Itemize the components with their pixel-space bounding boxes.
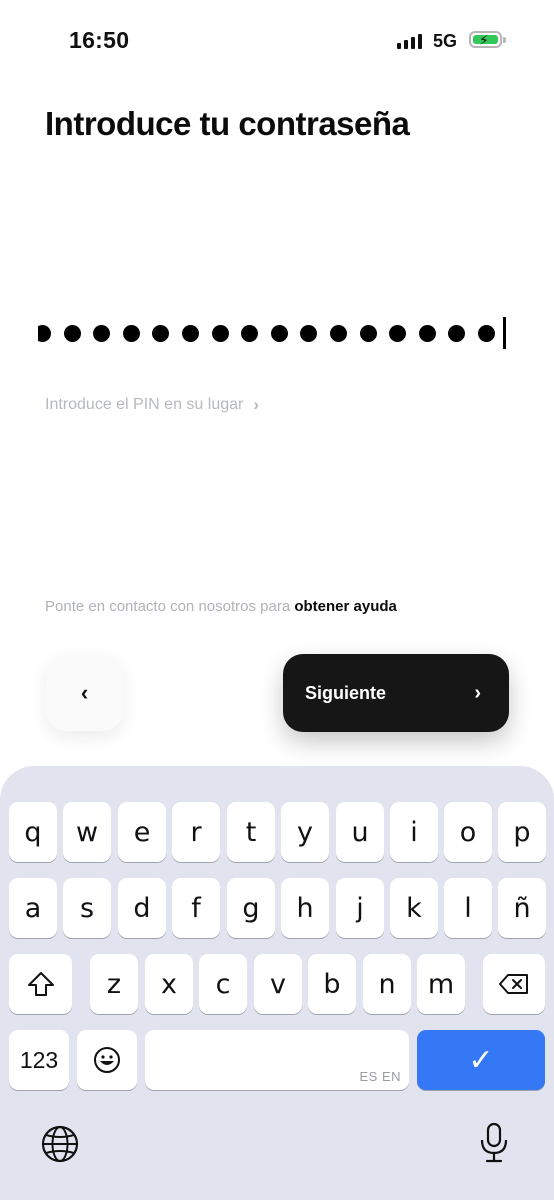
key-y[interactable]: y <box>281 802 329 862</box>
key-d[interactable]: d <box>118 878 166 938</box>
space-key[interactable]: ES EN <box>145 1030 409 1090</box>
next-button[interactable]: Siguiente › <box>283 654 509 732</box>
chevron-right-icon: › <box>474 681 481 704</box>
key-w[interactable]: w <box>63 802 111 862</box>
password-dot <box>38 324 51 342</box>
password-dot <box>93 324 111 342</box>
key-q[interactable]: q <box>9 802 57 862</box>
emoji-key[interactable] <box>77 1030 137 1090</box>
get-help-link[interactable]: obtener ayuda <box>294 598 397 615</box>
key-v[interactable]: v <box>254 954 302 1014</box>
chevron-left-icon: ‹ <box>80 680 89 705</box>
help-text: Ponte en contacto con nosotros para obte… <box>45 598 397 615</box>
key-p[interactable]: p <box>498 802 546 862</box>
signal-bars-icon <box>397 34 422 49</box>
key-n[interactable]: n <box>363 954 411 1014</box>
next-button-label: Siguiente <box>305 682 387 703</box>
shift-key[interactable] <box>9 954 72 1014</box>
key-b[interactable]: b <box>308 954 356 1014</box>
emoji-icon <box>94 1047 120 1073</box>
backspace-icon <box>499 974 528 994</box>
key-c[interactable]: c <box>199 954 247 1014</box>
use-pin-link[interactable]: Introduce el PIN en su lugar › <box>45 395 259 415</box>
password-dot <box>122 324 140 342</box>
key-s[interactable]: s <box>63 878 111 938</box>
keyboard: q w e r t y u i o p a s d f g h j k l ñ … <box>0 766 554 1200</box>
password-field[interactable] <box>38 316 508 350</box>
password-dot <box>477 324 495 342</box>
numbers-key[interactable]: 123 <box>9 1030 69 1090</box>
key-n-tilde[interactable]: ñ <box>498 878 546 938</box>
text-caret <box>502 317 506 349</box>
language-indicator: ES EN <box>359 1069 401 1084</box>
key-t[interactable]: t <box>227 802 275 862</box>
password-dot <box>270 324 288 342</box>
key-a[interactable]: a <box>9 878 57 938</box>
key-h[interactable]: h <box>281 878 329 938</box>
status-time: 16:50 <box>69 27 130 53</box>
key-z[interactable]: z <box>90 954 138 1014</box>
password-dot <box>418 324 436 342</box>
help-prefix: Ponte en contacto con nosotros para <box>45 598 291 615</box>
page-title: Introduce tu contraseña <box>45 105 410 142</box>
key-j[interactable]: j <box>336 878 384 938</box>
shift-icon <box>27 972 54 996</box>
key-x[interactable]: x <box>145 954 193 1014</box>
network-type: 5G <box>433 31 458 51</box>
password-dot <box>329 324 347 342</box>
key-m[interactable]: m <box>417 954 465 1014</box>
back-button[interactable]: ‹ <box>46 655 123 731</box>
done-key[interactable]: ✓ <box>417 1030 545 1090</box>
globe-icon[interactable] <box>40 1124 80 1164</box>
key-l[interactable]: l <box>444 878 492 938</box>
password-dot <box>300 324 318 342</box>
key-u[interactable]: u <box>336 802 384 862</box>
password-dot <box>389 324 407 342</box>
backspace-key[interactable] <box>483 954 545 1014</box>
password-dot <box>448 324 466 342</box>
key-f[interactable]: f <box>172 878 220 938</box>
password-dot <box>63 324 81 342</box>
password-dot <box>181 324 199 342</box>
password-dot <box>152 324 170 342</box>
key-k[interactable]: k <box>390 878 438 938</box>
key-r[interactable]: r <box>172 802 220 862</box>
battery-tip <box>503 37 506 43</box>
password-dot <box>359 324 377 342</box>
password-dot <box>211 324 229 342</box>
key-o[interactable]: o <box>444 802 492 862</box>
use-pin-label: Introduce el PIN en su lugar <box>45 396 244 413</box>
key-e[interactable]: e <box>118 802 166 862</box>
key-i[interactable]: i <box>390 802 438 862</box>
microphone-icon[interactable] <box>479 1122 509 1164</box>
key-g[interactable]: g <box>227 878 275 938</box>
chevron-right-icon: › <box>253 395 260 414</box>
password-dot <box>241 324 259 342</box>
battery-charging-icon: ⚡ <box>469 31 502 48</box>
